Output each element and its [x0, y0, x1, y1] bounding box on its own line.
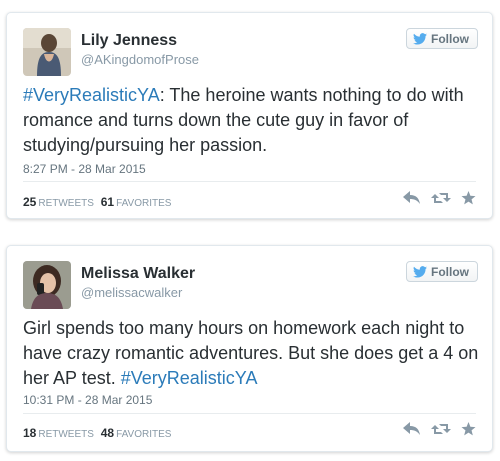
tweet-actions — [403, 191, 476, 205]
twitter-bird-icon — [413, 32, 427, 45]
retweet-icon[interactable] — [431, 422, 451, 436]
star-icon[interactable] — [461, 422, 476, 436]
twitter-bird-icon — [413, 265, 427, 278]
user-name[interactable]: Lily Jenness — [81, 32, 177, 50]
favorites-label[interactable]: FAVORITES — [116, 198, 171, 209]
hashtag-link[interactable]: #VeryRealisticYA — [23, 85, 160, 105]
divider — [23, 413, 476, 414]
follow-button[interactable]: Follow — [406, 261, 478, 282]
retweets-label[interactable]: RETWEETS — [38, 429, 94, 440]
divider — [23, 181, 476, 182]
favorite-count[interactable]: 61 — [101, 195, 114, 209]
user-handle[interactable]: @melissacwalker — [81, 285, 182, 300]
favorites-label[interactable]: FAVORITES — [116, 429, 171, 440]
retweet-icon[interactable] — [431, 191, 451, 205]
tweet-stats: 18 RETWEETS 48 FAVORITES — [23, 426, 171, 440]
avatar[interactable] — [23, 28, 71, 76]
retweet-count[interactable]: 25 — [23, 195, 36, 209]
tweet-stats: 25 RETWEETS 61 FAVORITES — [23, 195, 171, 209]
star-icon[interactable] — [461, 191, 476, 205]
tweet-timestamp[interactable]: 10:31 PM - 28 Mar 2015 — [23, 393, 152, 407]
favorite-count[interactable]: 48 — [101, 426, 114, 440]
reply-icon[interactable] — [403, 422, 421, 436]
avatar[interactable] — [23, 261, 71, 309]
tweet-card: Lily Jenness @AKingdomofProse Follow #Ve… — [6, 12, 493, 219]
woman-on-phone-photo-icon — [23, 261, 71, 309]
tweet-text: Girl spends too many hours on homework e… — [23, 316, 485, 391]
follow-button-label: Follow — [431, 31, 469, 46]
tweet-text: #VeryRealisticYA: The heroine wants noth… — [23, 83, 485, 158]
reply-icon[interactable] — [403, 191, 421, 205]
user-name[interactable]: Melissa Walker — [81, 265, 195, 283]
tweet-timestamp[interactable]: 8:27 PM - 28 Mar 2015 — [23, 162, 146, 176]
hashtag-link[interactable]: #VeryRealisticYA — [121, 368, 258, 388]
woman-back-photo-icon — [23, 28, 71, 76]
follow-button[interactable]: Follow — [406, 28, 478, 49]
follow-button-label: Follow — [431, 264, 469, 279]
retweets-label[interactable]: RETWEETS — [38, 198, 94, 209]
tweet-card: Melissa Walker @melissacwalker Follow Gi… — [6, 245, 493, 452]
tweet-actions — [403, 422, 476, 436]
retweet-count[interactable]: 18 — [23, 426, 36, 440]
user-handle[interactable]: @AKingdomofProse — [81, 52, 199, 67]
